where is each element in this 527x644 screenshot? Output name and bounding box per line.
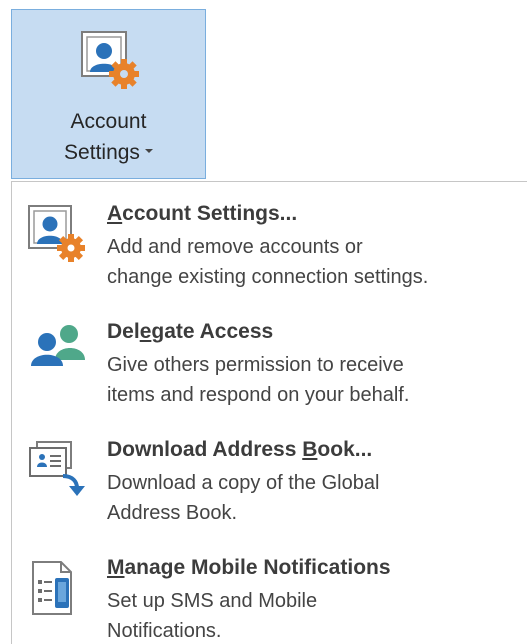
ribbon-button-label-line2: Settings [12,140,205,166]
menu-item-title: Delegate Access [107,320,273,344]
menu-item-title: Download Address Book... [107,438,372,462]
menu-item-account-settings[interactable]: Account Settings... Add and remove accou… [12,182,527,300]
title-access-key: B [302,438,318,461]
title-access-key: M [107,556,125,579]
title-access-key: A [107,202,123,225]
menu-item-manage-mobile-notifications[interactable]: Manage Mobile Notifications Set up SMS a… [12,536,527,644]
menu-item-description: Set up SMS and Mobile Notifications. [107,586,317,644]
account-settings-icon [27,202,91,266]
menu-item-title: Manage Mobile Notifications [107,556,391,580]
menu-item-description: Give others permission to receive items … [107,350,409,410]
menu-item-description: Add and remove accounts or change existi… [107,232,428,292]
account-settings-ribbon-button[interactable]: Account Settings [11,9,206,179]
title-access-key: e [139,320,152,343]
description-line1: Set up SMS and Mobile [107,590,318,612]
title-pre: Del [107,320,140,343]
menu-item-title: Account Settings... [107,202,297,226]
title-post: ccount Settings... [122,202,298,225]
title-pre: Download Address [107,438,303,461]
description-line1: Give others permission to receive [107,354,404,376]
description-line2: change existing connection settings. [107,266,429,288]
download-address-book-icon [27,438,91,502]
delegate-users-icon [27,320,91,384]
description-line2: Address Book. [107,502,238,524]
account-settings-dropdown-screen: Account Settings Account Settings... Add… [0,0,527,644]
description-line1: Download a copy of the Global [107,472,380,494]
title-post: gate Access [151,320,274,343]
description-line1: Add and remove accounts or [107,236,363,258]
account-settings-menu: Account Settings... Add and remove accou… [11,181,527,644]
ribbon-button-label-line1: Account [70,110,147,133]
account-settings-icon [80,30,144,94]
description-line2: items and respond on your behalf. [107,384,410,406]
chevron-down-icon [144,149,153,154]
title-post: ook... [317,438,373,461]
mobile-notifications-icon [27,556,91,620]
menu-item-description: Download a copy of the Global Address Bo… [107,468,379,528]
description-line2: Notifications. [107,620,222,642]
menu-item-download-address-book[interactable]: Download Address Book... Download a copy… [12,418,527,536]
menu-item-delegate-access[interactable]: Delegate Access Give others permission t… [12,300,527,418]
ribbon-button-label-text: Settings [64,141,140,164]
title-post: anage Mobile Notifications [124,556,391,579]
